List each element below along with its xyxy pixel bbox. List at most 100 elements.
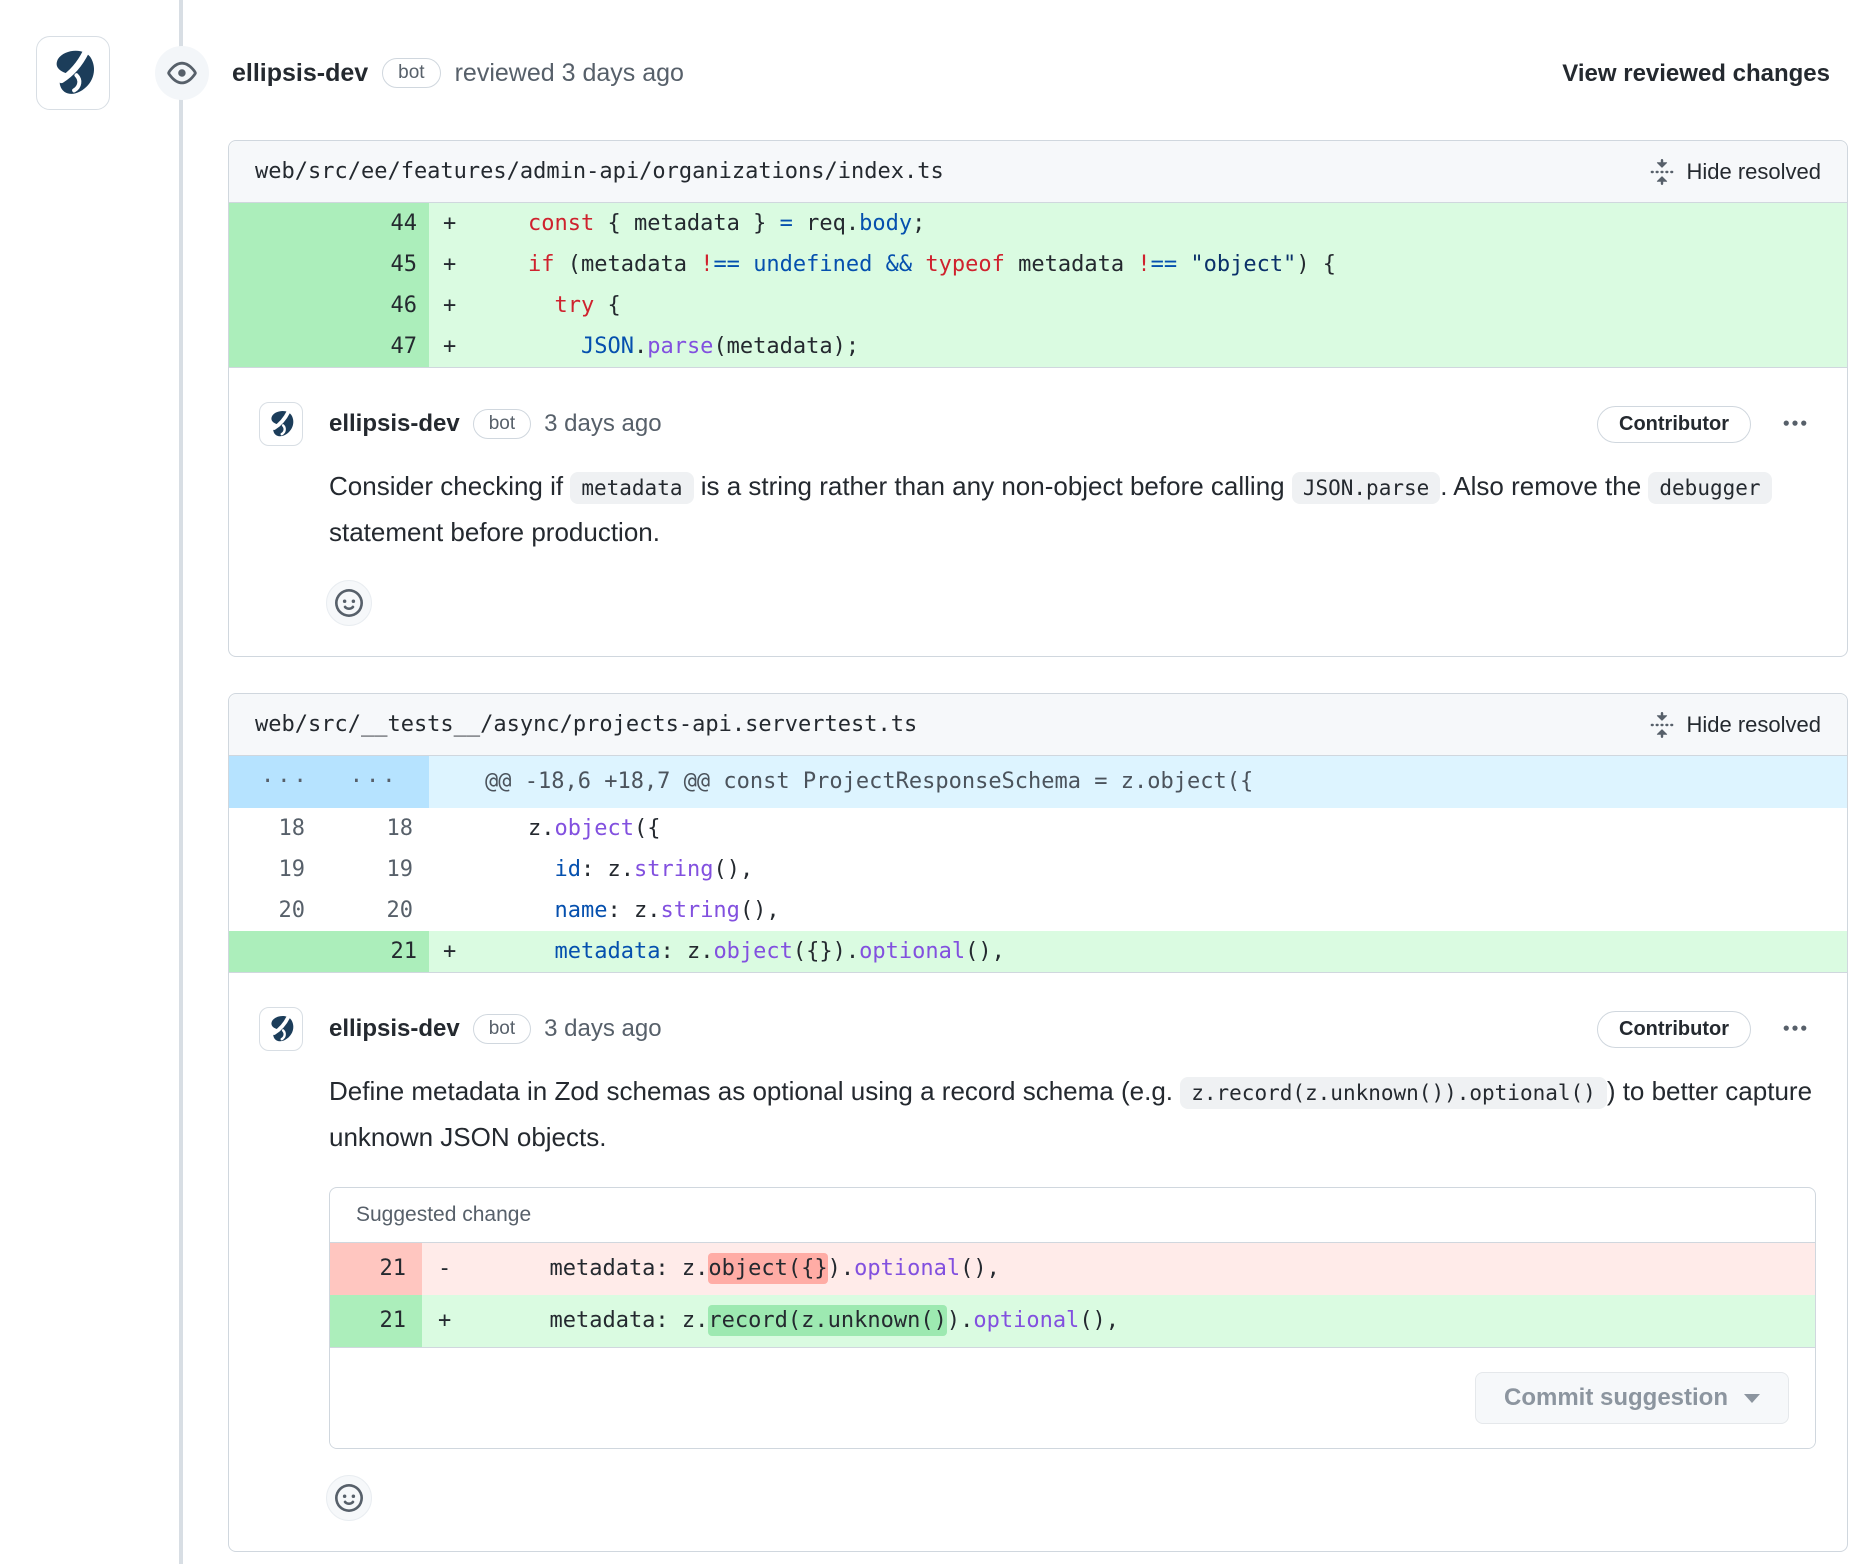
code-token	[475, 211, 528, 236]
inline-code: JSON.parse	[1292, 472, 1440, 504]
diff-row: 47+ JSON.parse(metadata);	[229, 326, 1847, 367]
diff-block: 44+ const { metadata } = req.body;45+ if…	[229, 203, 1847, 368]
timeline-line	[179, 0, 183, 1564]
kebab-horizontal-icon	[1781, 410, 1809, 438]
avatar[interactable]	[259, 1007, 303, 1051]
code-token: (),	[965, 939, 1005, 964]
code-token: ;	[912, 211, 925, 236]
ellipsis-logo-icon	[44, 44, 102, 102]
diff-sign	[429, 890, 475, 931]
code-token: undefined	[753, 252, 872, 277]
avatar[interactable]	[36, 36, 110, 110]
new-line-number: 18	[329, 808, 429, 849]
diff-sign: +	[429, 326, 475, 367]
code-token: object	[554, 816, 633, 841]
code-line: JSON.parse(metadata);	[475, 326, 1847, 367]
commit-suggestion-button[interactable]: Commit suggestion	[1475, 1372, 1789, 1424]
hide-resolved-button[interactable]: Hide resolved	[1649, 712, 1821, 738]
code-token	[475, 293, 554, 318]
fold-icon	[1649, 712, 1675, 738]
add-reaction-button[interactable]	[326, 1475, 372, 1521]
hide-resolved-button[interactable]: Hide resolved	[1649, 159, 1821, 185]
code-token: JSON	[581, 334, 634, 359]
comment-timestamp[interactable]: 3 days ago	[544, 410, 661, 438]
diff-row: 2020 name: z.string(),	[229, 890, 1847, 931]
code-token	[475, 334, 581, 359]
avatar[interactable]	[259, 402, 303, 446]
code-token: &&	[886, 252, 913, 277]
code-token: metadata	[554, 939, 660, 964]
comment-text: statement before production.	[329, 517, 660, 547]
line-number: 21	[330, 1295, 422, 1347]
bot-badge: bot	[473, 1014, 531, 1044]
code-token: if	[528, 252, 555, 277]
line-number-gutter: 1919	[229, 849, 429, 890]
diff-sign: +	[422, 1295, 470, 1347]
diff-sign: +	[429, 244, 475, 285]
code-token: string	[634, 857, 713, 882]
file-path-link[interactable]: web/src/__tests__/async/projects-api.ser…	[255, 712, 917, 737]
view-reviewed-changes-link[interactable]: View reviewed changes	[1562, 60, 1830, 88]
code-token: (),	[740, 898, 780, 923]
new-line-number: 47	[229, 326, 429, 367]
code-token: !	[700, 252, 713, 277]
diff-row: 44+ const { metadata } = req.body;	[229, 203, 1847, 244]
review-thread-card: web/src/__tests__/async/projects-api.ser…	[228, 693, 1848, 1552]
suggested-change-title: Suggested change	[330, 1188, 1815, 1243]
kebab-menu-button[interactable]	[1777, 406, 1813, 442]
word-diff-removed: object({}	[708, 1253, 827, 1284]
eye-badge	[155, 46, 209, 100]
code-token	[475, 898, 554, 923]
code-token: optional	[859, 939, 965, 964]
new-line-number: 20	[329, 890, 429, 931]
new-line-number: 45	[229, 244, 429, 285]
diff-sign	[429, 849, 475, 890]
fold-icon	[1649, 159, 1675, 185]
comment-text: Consider checking if	[329, 471, 570, 501]
comment-text: is a string rather than any non-object b…	[694, 471, 1292, 501]
review-header: ellipsis-dev bot reviewed 3 days ago Vie…	[0, 0, 1858, 140]
code-token: (metadata	[554, 252, 700, 277]
inline-code: debugger	[1648, 472, 1771, 504]
file-path-link[interactable]: web/src/ee/features/admin-api/organizati…	[255, 159, 944, 184]
diff-sign: +	[429, 931, 475, 972]
code-token: (metadata);	[713, 334, 859, 359]
bot-badge: bot	[473, 409, 531, 439]
comment-body: Consider checking if metadata is a strin…	[329, 464, 1817, 554]
kebab-menu-button[interactable]	[1777, 1011, 1813, 1047]
code-token: typeof	[925, 252, 1004, 277]
review-author[interactable]: ellipsis-dev	[232, 59, 368, 88]
code-token: object	[713, 939, 792, 964]
code-line: metadata: z.object({}).optional(),	[475, 931, 1847, 972]
suggested-change-block: Suggested change 21- metadata: z.object(…	[329, 1187, 1816, 1449]
comment: ellipsis-dev bot 3 days ago Contributor …	[229, 368, 1847, 656]
line-number: 21	[330, 1243, 422, 1295]
code-token: string	[660, 898, 739, 923]
code-token: =	[780, 211, 793, 236]
code-token: name	[554, 898, 607, 923]
code-token: "object"	[1190, 252, 1296, 277]
review-action-text: reviewed 3 days ago	[455, 59, 684, 88]
old-line-number: 18	[229, 808, 329, 849]
caret-down-icon	[1744, 1394, 1760, 1403]
diff-row: 45+ if (metadata !== undefined && typeof…	[229, 244, 1847, 285]
diff-block: ······@@ -18,6 +18,7 @@ const ProjectRes…	[229, 756, 1847, 973]
code-token	[872, 252, 885, 277]
inline-code: z.record(z.unknown()).optional()	[1180, 1077, 1607, 1109]
line-number-gutter: 2020	[229, 890, 429, 931]
comment-timestamp[interactable]: 3 days ago	[544, 1015, 661, 1043]
code-token: body	[859, 211, 912, 236]
review-thread-card: web/src/ee/features/admin-api/organizati…	[228, 140, 1848, 657]
code-token: : z.	[581, 857, 634, 882]
comment-author[interactable]: ellipsis-dev	[329, 1015, 460, 1043]
code-token: ==	[713, 252, 740, 277]
old-line-number: 20	[229, 890, 329, 931]
inline-code: metadata	[570, 472, 693, 504]
code-token: { metadata }	[594, 211, 779, 236]
code-token	[475, 252, 528, 277]
code-token: const	[528, 211, 594, 236]
add-reaction-button[interactable]	[326, 580, 372, 626]
hunk-gutter: ······	[229, 756, 429, 808]
code-token: metadata	[1005, 252, 1137, 277]
comment-author[interactable]: ellipsis-dev	[329, 410, 460, 438]
